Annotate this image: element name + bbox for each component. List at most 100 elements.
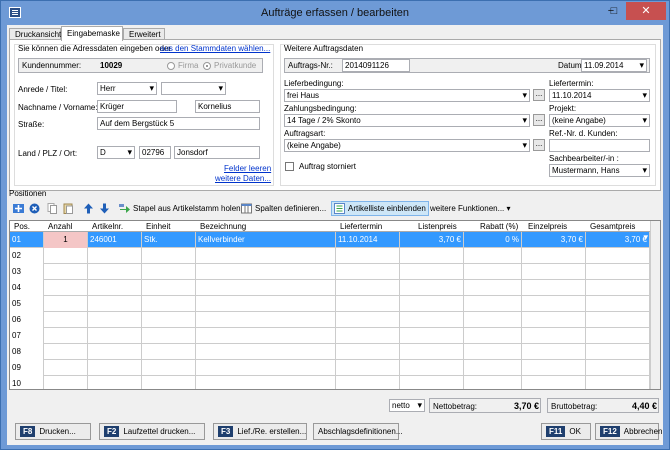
- cell-anzahl[interactable]: [44, 376, 88, 389]
- close-button[interactable]: ✕: [626, 2, 666, 20]
- cell-pos[interactable]: 10: [10, 376, 44, 389]
- vorname-input[interactable]: Kornelius: [195, 100, 260, 113]
- cell-anzahl[interactable]: 1: [44, 232, 88, 248]
- cell-rabatt[interactable]: [464, 264, 522, 280]
- col-bezeichnung[interactable]: Bezeichnung: [200, 222, 246, 231]
- liefbed-more-button[interactable]: ...: [533, 89, 545, 101]
- cell-einzel[interactable]: [522, 344, 586, 360]
- cell-gesamt[interactable]: [586, 264, 650, 280]
- cell-artnr[interactable]: [88, 360, 142, 376]
- cell-liste[interactable]: [400, 264, 464, 280]
- cell-rabatt[interactable]: [464, 296, 522, 312]
- cell-einheit[interactable]: [142, 360, 196, 376]
- cell-lief[interactable]: 11.10.2014: [336, 232, 400, 248]
- cell-pos[interactable]: 05: [10, 296, 44, 312]
- cell-anzahl[interactable]: [44, 312, 88, 328]
- titel-select[interactable]: [161, 82, 226, 95]
- cell-pos[interactable]: 09: [10, 360, 44, 376]
- cell-gesamt[interactable]: 3,70 €: [586, 232, 650, 248]
- cell-rabatt[interactable]: 0 %: [464, 232, 522, 248]
- cell-anzahl[interactable]: [44, 328, 88, 344]
- cell-artnr[interactable]: [88, 296, 142, 312]
- privatkunde-radio[interactable]: [203, 62, 211, 70]
- table-row[interactable]: 07: [10, 328, 650, 344]
- firma-radio[interactable]: [167, 62, 175, 70]
- cell-einheit[interactable]: [142, 264, 196, 280]
- cell-rabatt[interactable]: [464, 376, 522, 389]
- cell-pos[interactable]: 06: [10, 312, 44, 328]
- col-rabatt[interactable]: Rabatt (%): [480, 222, 518, 231]
- sb-select[interactable]: Mustermann, Hans: [549, 164, 650, 177]
- cell-einzel[interactable]: [522, 296, 586, 312]
- cell-artnr[interactable]: [88, 248, 142, 264]
- cell-lief[interactable]: [336, 280, 400, 296]
- cell-lief[interactable]: [336, 360, 400, 376]
- laufzettel-button[interactable]: F2 Laufzettel drucken...: [99, 423, 205, 440]
- cell-bez[interactable]: [196, 376, 336, 389]
- strasse-input[interactable]: Auf dem Bergstück 5: [97, 117, 260, 130]
- cell-einzel[interactable]: [522, 312, 586, 328]
- ok-button[interactable]: F11 OK: [541, 423, 591, 440]
- cell-lief[interactable]: [336, 344, 400, 360]
- cell-einheit[interactable]: [142, 344, 196, 360]
- cell-pos[interactable]: 07: [10, 328, 44, 344]
- cell-bez[interactable]: [196, 296, 336, 312]
- cell-rabatt[interactable]: [464, 360, 522, 376]
- cell-lief[interactable]: [336, 296, 400, 312]
- cell-bez[interactable]: [196, 264, 336, 280]
- cell-anzahl[interactable]: [44, 280, 88, 296]
- cell-einzel[interactable]: [522, 328, 586, 344]
- maximize-button[interactable]: □: [604, 2, 624, 20]
- land-select[interactable]: D: [97, 146, 135, 159]
- ort-input[interactable]: Jonsdorf: [174, 146, 260, 159]
- cell-gesamt[interactable]: [586, 344, 650, 360]
- projekt-select[interactable]: (keine Angabe): [549, 114, 650, 127]
- cell-artnr[interactable]: 246001: [88, 232, 142, 248]
- delete-row-icon[interactable]: [27, 201, 45, 216]
- cell-artnr[interactable]: [88, 312, 142, 328]
- cell-rabatt[interactable]: [464, 344, 522, 360]
- datum-picker[interactable]: 11.09.2014: [581, 59, 647, 72]
- cell-bez[interactable]: [196, 344, 336, 360]
- weitere-funktionen-button[interactable]: weitere Funktionen... ▾: [428, 201, 513, 216]
- cell-artnr[interactable]: [88, 344, 142, 360]
- col-listenpreis[interactable]: Listenpreis: [418, 222, 457, 231]
- artikelliste-button[interactable]: Artikelliste einblenden: [331, 201, 429, 216]
- zahl-select[interactable]: 14 Tage / 2% Skonto: [284, 114, 530, 127]
- cell-einzel[interactable]: [522, 376, 586, 389]
- cell-einzel[interactable]: [522, 360, 586, 376]
- cell-gesamt[interactable]: [586, 376, 650, 389]
- cell-einheit[interactable]: [142, 296, 196, 312]
- nachname-input[interactable]: Krüger: [97, 100, 177, 113]
- grid-scrollbar[interactable]: [650, 221, 660, 389]
- table-row[interactable]: 04: [10, 280, 650, 296]
- cell-bez[interactable]: [196, 248, 336, 264]
- cell-einzel[interactable]: 3,70 €: [522, 232, 586, 248]
- cell-bez[interactable]: [196, 280, 336, 296]
- abbrechen-button[interactable]: F12 Abbrechen: [595, 423, 663, 440]
- table-row[interactable]: 02: [10, 248, 650, 264]
- cell-anzahl[interactable]: [44, 248, 88, 264]
- col-pos[interactable]: Pos.: [14, 222, 30, 231]
- stapel-button[interactable]: Stapel aus Artikelstamm holen...: [117, 201, 249, 216]
- cell-rabatt[interactable]: [464, 248, 522, 264]
- cell-pos[interactable]: 01: [10, 232, 44, 248]
- table-row[interactable]: 08: [10, 344, 650, 360]
- cell-lief[interactable]: [336, 312, 400, 328]
- liefbed-select[interactable]: frei Haus: [284, 89, 530, 102]
- cell-anzahl[interactable]: [44, 264, 88, 280]
- cell-liste[interactable]: [400, 312, 464, 328]
- cell-lief[interactable]: [336, 248, 400, 264]
- art-select[interactable]: (keine Angabe): [284, 139, 530, 152]
- cell-einheit[interactable]: [142, 376, 196, 389]
- cell-anzahl[interactable]: [44, 344, 88, 360]
- zahl-more-button[interactable]: ...: [533, 114, 545, 126]
- auftragsnr-input[interactable]: 2014091126: [342, 59, 410, 72]
- cell-einzel[interactable]: [522, 264, 586, 280]
- cell-bez[interactable]: Kellverbinder: [196, 232, 336, 248]
- cell-einheit[interactable]: [142, 328, 196, 344]
- table-row[interactable]: 03: [10, 264, 650, 280]
- col-einheit[interactable]: Einheit: [146, 222, 170, 231]
- cell-einheit[interactable]: [142, 248, 196, 264]
- anrede-select[interactable]: Herr: [97, 82, 157, 95]
